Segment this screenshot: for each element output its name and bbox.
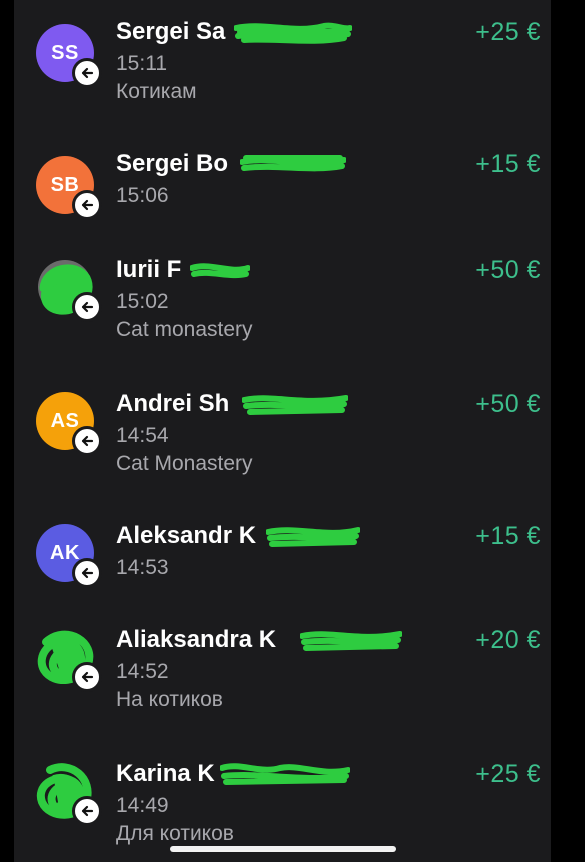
redaction-scribble bbox=[220, 763, 350, 785]
incoming-arrow-icon bbox=[72, 558, 102, 588]
redaction-scribble bbox=[300, 631, 402, 651]
transaction-amount: +50 € bbox=[475, 256, 541, 284]
transaction-amount: +20 € bbox=[475, 626, 541, 654]
transaction-row[interactable]: Aliaksandra K 14:52 На котиков +20 € bbox=[14, 626, 551, 716]
redaction-scribble bbox=[234, 22, 352, 44]
transaction-time: 14:53 bbox=[116, 556, 169, 579]
sender-name: Sergei Sa bbox=[116, 18, 226, 45]
transaction-amount: +50 € bbox=[475, 390, 541, 418]
incoming-arrow-icon bbox=[72, 796, 102, 826]
avatar: AS bbox=[36, 392, 102, 456]
transactions-screen: SS Sergei Sa 15:11 Котикам +25 € SB Serg… bbox=[14, 0, 551, 862]
avatar bbox=[36, 258, 102, 322]
transaction-row[interactable]: Iurii F 15:02 Cat monastery +50 € bbox=[14, 256, 551, 346]
redaction-scribble bbox=[266, 527, 360, 547]
sender-name: Karina K bbox=[116, 760, 215, 787]
transaction-note: Котикам bbox=[116, 80, 197, 103]
incoming-arrow-icon bbox=[72, 292, 102, 322]
transaction-row[interactable]: AS Andrei Sh 14:54 Cat Monastery +50 € bbox=[14, 390, 551, 480]
transaction-time: 14:54 bbox=[116, 424, 169, 447]
transaction-amount: +15 € bbox=[475, 522, 541, 550]
transaction-note: Для котиков bbox=[116, 822, 234, 845]
avatar: AK bbox=[36, 524, 102, 588]
transaction-row[interactable]: SB Sergei Bo 15:06 +15 € bbox=[14, 150, 551, 220]
transaction-row[interactable]: SS Sergei Sa 15:11 Котикам +25 € bbox=[14, 18, 551, 118]
transaction-time: 14:52 bbox=[116, 660, 169, 683]
transaction-row[interactable]: Karina K 14:49 Для котиков +25 € bbox=[14, 760, 551, 850]
incoming-arrow-icon bbox=[72, 426, 102, 456]
avatar bbox=[36, 628, 102, 692]
redaction-scribble bbox=[240, 155, 346, 172]
avatar: SB bbox=[36, 156, 102, 220]
transaction-amount: +15 € bbox=[475, 150, 541, 178]
transaction-time: 15:02 bbox=[116, 290, 169, 313]
incoming-arrow-icon bbox=[72, 662, 102, 692]
incoming-arrow-icon bbox=[72, 58, 102, 88]
transaction-time: 15:06 bbox=[116, 184, 169, 207]
sender-name: Aliaksandra K bbox=[116, 626, 277, 653]
avatar: SS bbox=[36, 24, 102, 88]
sender-name: Aleksandr K bbox=[116, 522, 257, 549]
transaction-amount: +25 € bbox=[475, 760, 541, 788]
transaction-note: Cat monastery bbox=[116, 318, 253, 341]
redaction-scribble bbox=[242, 395, 348, 415]
sender-name: Sergei Bo bbox=[116, 150, 229, 177]
sender-name: Andrei Sh bbox=[116, 390, 230, 417]
transaction-note: Cat Monastery bbox=[116, 452, 253, 475]
redaction-scribble bbox=[190, 263, 250, 279]
transaction-row[interactable]: AK Aleksandr K 14:53 +15 € bbox=[14, 522, 551, 592]
transaction-note: На котиков bbox=[116, 688, 223, 711]
transaction-time: 14:49 bbox=[116, 794, 169, 817]
sender-name: Iurii F bbox=[116, 256, 182, 283]
avatar bbox=[36, 762, 102, 826]
transaction-time: 15:11 bbox=[116, 52, 167, 75]
home-indicator[interactable] bbox=[170, 846, 396, 852]
incoming-arrow-icon bbox=[72, 190, 102, 220]
transaction-amount: +25 € bbox=[475, 18, 541, 46]
